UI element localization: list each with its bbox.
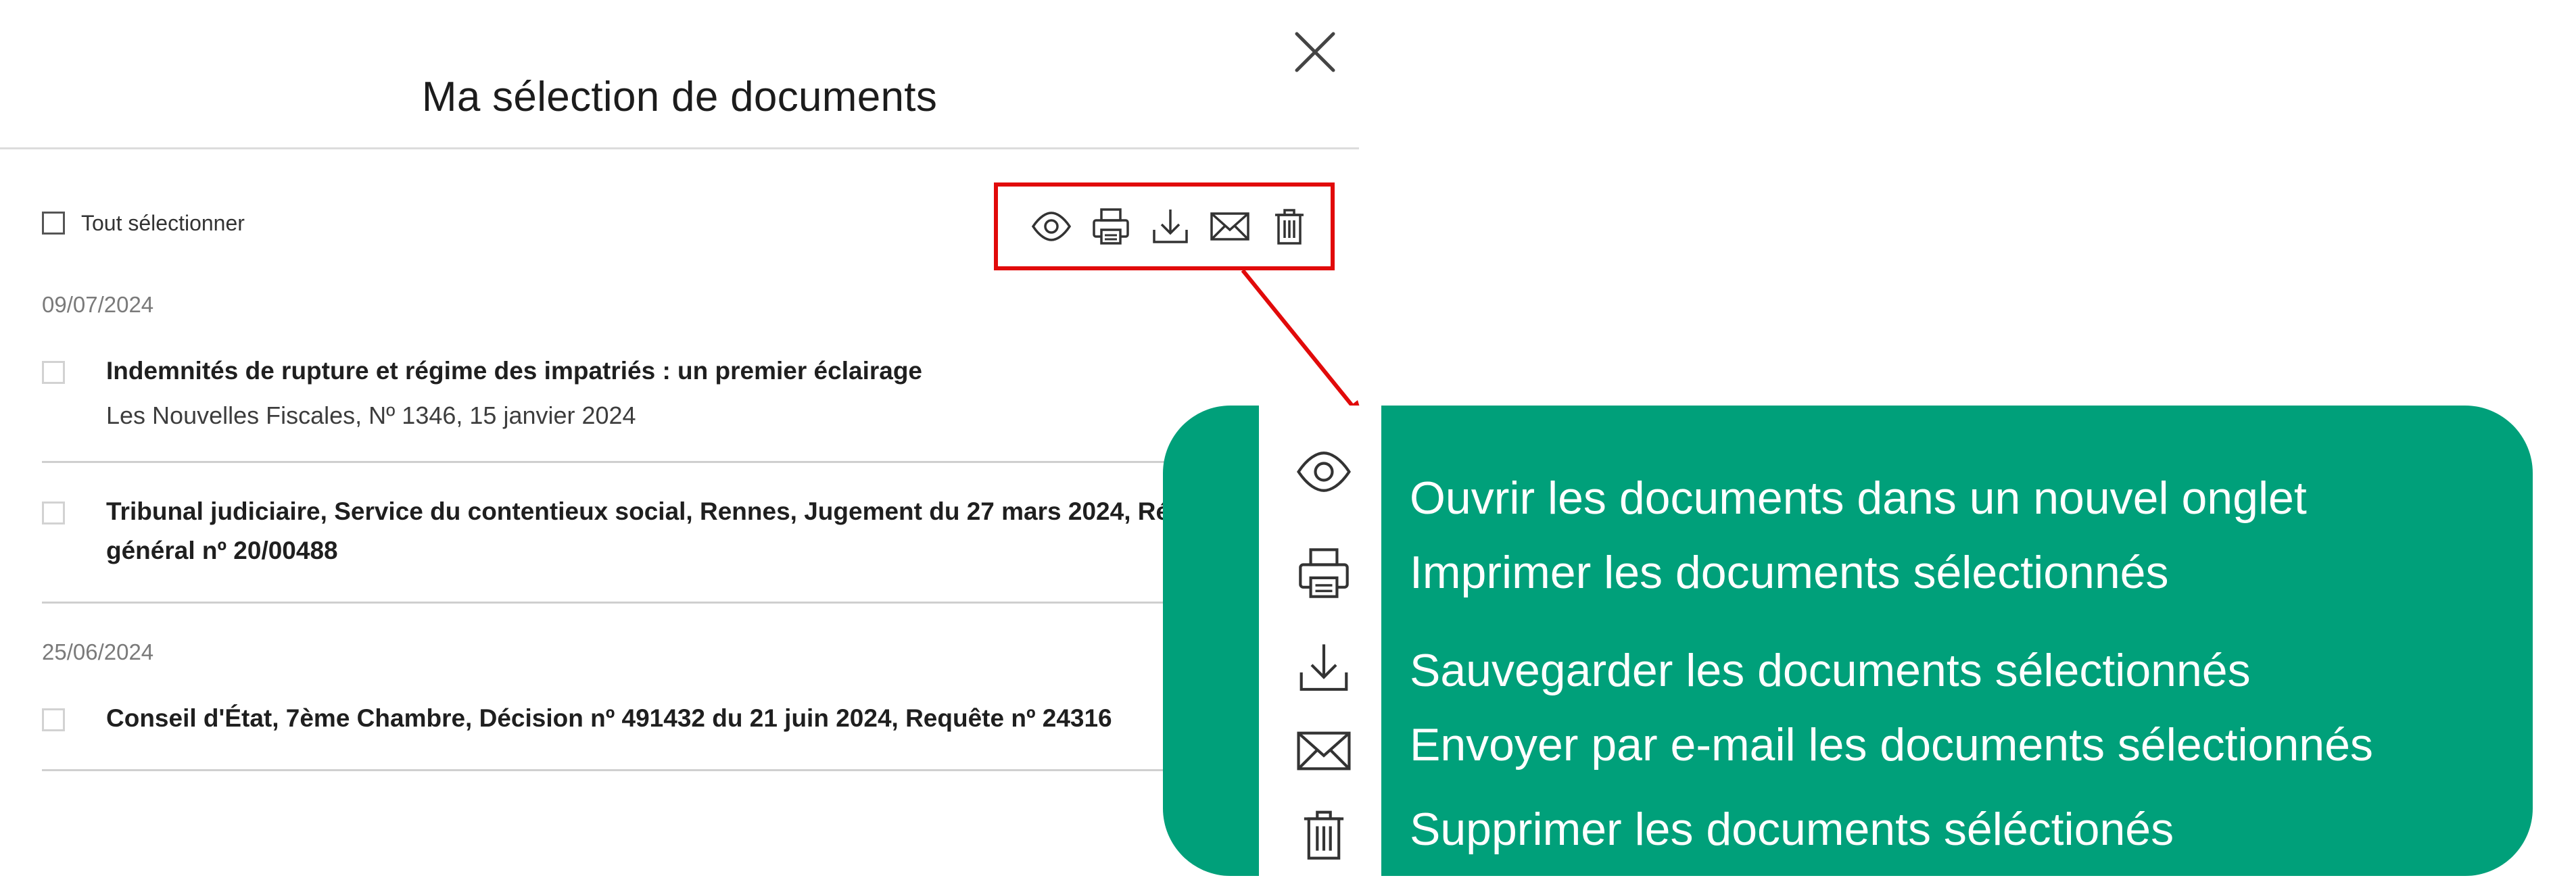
print-button[interactable] (1089, 204, 1133, 249)
printer-icon (1090, 205, 1132, 247)
document-checkbox[interactable] (42, 708, 65, 731)
mail-icon (1209, 205, 1251, 247)
document-checkbox[interactable] (42, 361, 65, 384)
selection-toolbar (994, 182, 1335, 270)
download-icon (1295, 639, 1353, 697)
select-all-control[interactable]: Tout sélectionner (42, 203, 245, 243)
document-title-line: Tribunal judiciaire, Service du contenti… (106, 497, 1170, 525)
select-all-checkbox[interactable] (42, 212, 65, 235)
group-date: 09/07/2024 (42, 292, 154, 317)
download-icon (1149, 205, 1191, 247)
document-selection-modal: Ma sélection de documents Tout sélection… (0, 0, 1359, 880)
legend-text-save: Sauvegarder les documents sélectionnés (1410, 645, 2251, 696)
document-title[interactable]: Indemnités de rupture et régime des impa… (106, 351, 1249, 391)
group-date: 25/06/2024 (42, 639, 154, 664)
document-checkbox[interactable] (42, 502, 65, 524)
delete-button[interactable] (1267, 204, 1312, 249)
list-item: Tribunal judiciaire, Service du contenti… (42, 492, 1359, 600)
list-item: Indemnités de rupture et régime des impa… (42, 351, 1359, 463)
printer-icon (1295, 544, 1353, 602)
document-title[interactable]: Tribunal judiciaire, Service du contenti… (106, 492, 1249, 570)
download-button[interactable] (1148, 204, 1193, 249)
header-divider (0, 147, 1359, 149)
email-button[interactable] (1208, 204, 1252, 249)
list-item: Conseil d'État, 7ème Chambre, Décision n… (42, 699, 1359, 766)
mail-icon (1295, 722, 1353, 780)
modal-title: Ma sélection de documents (421, 74, 938, 120)
document-title[interactable]: Conseil d'État, 7ème Chambre, Décision n… (106, 699, 1249, 738)
eye-icon (1295, 443, 1353, 501)
trash-icon (1295, 806, 1353, 864)
close-icon (1291, 28, 1339, 76)
document-title-line: général nº 20/00488 (106, 537, 338, 564)
legend-text-delete: Supprimer les documents séléctionés (1410, 804, 2174, 855)
row-divider (42, 602, 1359, 604)
legend-text-open: Ouvrir les documents dans un nouvel ongl… (1410, 472, 2307, 524)
legend-text-print: Imprimer les documents sélectionnés (1410, 547, 2169, 598)
row-divider (42, 461, 1359, 463)
eye-icon (1030, 205, 1072, 247)
view-button[interactable] (1029, 204, 1074, 249)
document-source: Les Nouvelles Fiscales, Nº 1346, 15 janv… (106, 401, 636, 429)
close-button[interactable] (1291, 28, 1339, 76)
legend-text-email: Envoyer par e-mail les documents sélecti… (1410, 719, 2373, 771)
trash-icon (1268, 205, 1310, 247)
select-all-label: Tout sélectionner (81, 210, 245, 235)
row-divider (42, 769, 1359, 771)
